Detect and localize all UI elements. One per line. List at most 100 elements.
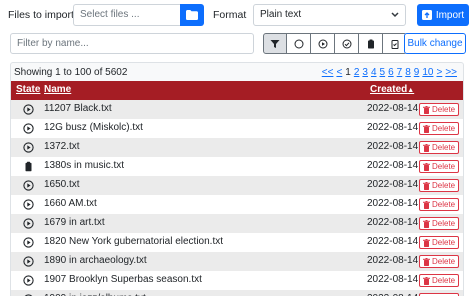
play-circle-icon[interactable] [23, 180, 34, 191]
file-select-input[interactable]: Select files ... [73, 4, 180, 26]
table-row[interactable]: 12G busz (Miskolc).txt 2022-08-14 Delete [11, 119, 463, 138]
delete-button[interactable]: Delete [419, 274, 460, 287]
column-created[interactable]: Created▲ [370, 84, 414, 95]
created-date: 2022-08-14 [367, 179, 419, 190]
browse-files-button[interactable] [180, 4, 204, 26]
trash-icon [423, 181, 430, 190]
pager-link[interactable]: >> [445, 67, 457, 78]
table-row[interactable]: 1909 in jazz/albums.txt2022-08-14Delete [11, 290, 463, 296]
delete-button[interactable]: Delete [419, 141, 460, 154]
table-row[interactable]: 1380s in music.txt 2022-08-14 Delete [11, 157, 463, 176]
play-circle-icon[interactable] [23, 199, 34, 210]
created-date: 2022-08-14 [367, 217, 419, 228]
trash-icon [423, 257, 430, 266]
table-row[interactable]: 1660 AM.txt 2022-08-14 Delete [11, 195, 463, 214]
delete-button[interactable]: Delete [419, 255, 460, 268]
filter-by-name-input[interactable]: Filter by name... [10, 33, 254, 54]
state-check-button[interactable] [335, 33, 359, 54]
import-button[interactable]: Import [417, 4, 469, 26]
play-circle-icon [318, 39, 327, 48]
format-select-value: Plain text [260, 9, 302, 20]
pager-link[interactable]: 3 [362, 67, 368, 78]
delete-label: Delete [432, 124, 456, 133]
delete-label: Delete [432, 257, 456, 266]
funnel-icon [270, 39, 280, 48]
table-row[interactable]: 1650.txt 2022-08-14 Delete [11, 176, 463, 195]
clipboard-icon[interactable] [23, 161, 34, 172]
clipboard-check-icon [391, 39, 398, 49]
pager-link[interactable]: << [322, 67, 334, 78]
check-circle-icon [342, 39, 351, 48]
play-circle-icon[interactable] [23, 104, 34, 115]
table-row[interactable]: 1890 in archaeology.txt 2022-08-14 Delete [11, 252, 463, 271]
file-picker: Select files ... [73, 4, 204, 26]
bulk-change-button[interactable]: Bulk change [404, 33, 466, 54]
files-panel: Showing 1 to 100 of 5602 << <1 2 3 4 5 6 7 8 9 10 >… [10, 62, 464, 296]
created-date: 2022-08-14 [367, 198, 419, 209]
file-name[interactable]: 1380s in music.txt [44, 160, 124, 171]
delete-button[interactable]: Delete [419, 122, 460, 135]
delete-button[interactable]: Delete [419, 236, 460, 249]
play-circle-icon[interactable] [23, 142, 34, 153]
file-name[interactable]: 11207 Black.txt [44, 103, 112, 114]
table-row[interactable]: 1820 New York gubernatorial election.txt… [11, 233, 463, 252]
filter-toggle-button[interactable] [263, 33, 287, 54]
pager-link[interactable]: 8 [405, 67, 411, 78]
file-name[interactable]: 1907 Brooklyn Superbas season.txt [44, 274, 202, 285]
import-button-label: Import [435, 9, 465, 21]
delete-label: Delete [432, 181, 456, 190]
trash-icon [423, 219, 430, 228]
trash-icon [423, 143, 430, 152]
state-clipboard-button[interactable] [359, 33, 383, 54]
file-name[interactable]: 1890 in archaeology.txt [44, 255, 147, 266]
table-row[interactable]: 11207 Black.txt 2022-08-14 Delete [11, 100, 463, 119]
column-name[interactable]: Name [44, 84, 71, 95]
delete-button[interactable]: Delete [419, 160, 460, 173]
delete-button[interactable]: Delete [419, 198, 460, 211]
table-row[interactable]: 1907 Brooklyn Superbas season.txt 2022-08… [11, 271, 463, 290]
file-name[interactable]: 1679 in art.txt [44, 217, 105, 228]
sort-ascending-icon: ▲ [407, 87, 415, 94]
trash-icon [423, 105, 430, 114]
format-select[interactable]: Plain text [253, 4, 406, 26]
state-circle-button[interactable] [287, 33, 311, 54]
table-row[interactable]: 1679 in art.txt 2022-08-14 Delete [11, 214, 463, 233]
column-state[interactable]: State [16, 84, 40, 95]
state-play-button[interactable] [311, 33, 335, 54]
pager-link[interactable]: 10 [422, 67, 433, 78]
files-to-import-label: Files to import [8, 9, 74, 21]
delete-button[interactable]: Delete [419, 217, 460, 230]
file-name[interactable]: 1660 AM.txt [44, 198, 97, 209]
file-name[interactable]: 1650.txt [44, 179, 80, 190]
file-name[interactable]: 1372.txt [44, 141, 80, 152]
play-circle-icon[interactable] [23, 123, 34, 134]
delete-button[interactable]: Delete [419, 103, 460, 116]
format-label: Format [213, 9, 247, 21]
delete-button[interactable]: Delete [419, 179, 460, 192]
play-circle-icon[interactable] [23, 275, 34, 286]
trash-icon [423, 200, 430, 209]
circle-icon [294, 39, 303, 48]
pager-link[interactable]: 5 [380, 67, 386, 78]
created-date: 2022-08-14 [367, 160, 419, 171]
trash-icon [423, 162, 430, 171]
play-circle-icon[interactable] [23, 256, 34, 267]
pager-link[interactable]: 1 [345, 67, 351, 78]
column-created-label: Created [370, 84, 408, 95]
pager-link[interactable]: 6 [388, 67, 394, 78]
delete-label: Delete [432, 105, 456, 114]
created-date: 2022-08-14 [367, 122, 419, 133]
chevron-down-icon [391, 12, 399, 18]
created-date: 2022-08-14 [367, 274, 419, 285]
play-circle-icon[interactable] [23, 218, 34, 229]
pager-link[interactable]: 4 [371, 67, 377, 78]
pager-link[interactable]: 2 [354, 67, 360, 78]
table-row[interactable]: 1372.txt 2022-08-14 Delete [11, 138, 463, 157]
pager-link[interactable]: < [336, 67, 342, 78]
file-name[interactable]: 1820 New York gubernatorial election.txt [44, 236, 223, 247]
play-circle-icon[interactable] [23, 237, 34, 248]
pager-link[interactable]: > [436, 67, 442, 78]
file-name[interactable]: 12G busz (Miskolc).txt [44, 122, 143, 133]
pager-link[interactable]: 7 [397, 67, 403, 78]
pager-link[interactable]: 9 [414, 67, 420, 78]
